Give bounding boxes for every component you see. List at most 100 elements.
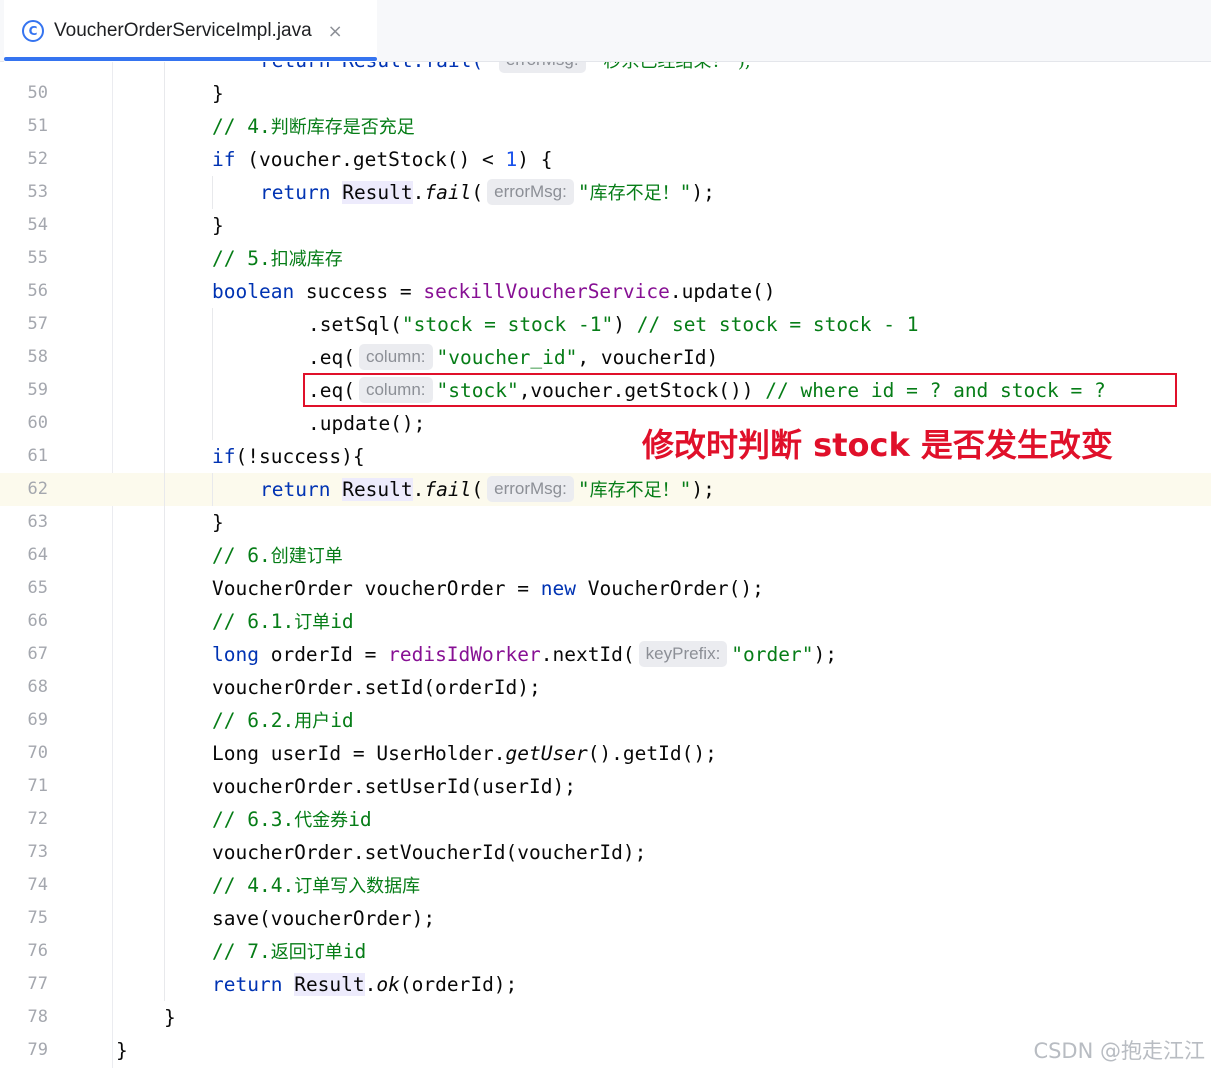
code-line[interactable]: 58 .eq(column: "voucher_id", voucherId): [0, 341, 1211, 374]
code-token: 订单: [294, 612, 331, 633]
code-token: seckillVoucherService: [423, 280, 670, 303]
code-line[interactable]: 50}: [0, 77, 1211, 110]
line-number: 78: [27, 1007, 48, 1027]
code-token: 代金券: [294, 810, 349, 831]
code-text: voucherOrder.setVoucherId(voucherId);: [212, 836, 646, 869]
code-line[interactable]: 57 .setSql("stock = stock -1") // set sto…: [0, 308, 1211, 341]
code-line[interactable]: 70 Long userId = UserHolder.getUser().get…: [0, 737, 1211, 770]
code-token: fail: [424, 478, 472, 501]
code-text: // 4.判断库存是否充足: [212, 110, 415, 144]
code-line[interactable]: 54}: [0, 209, 1211, 242]
code-line[interactable]: 73 voucherOrder.setVoucherId(voucherId);: [0, 836, 1211, 869]
code-token: .nextId(: [540, 643, 635, 666]
code-line[interactable]: 67 long orderId = redisIdWorker.nextId(ke…: [0, 638, 1211, 671]
code-token: "stock = stock -1": [401, 313, 614, 336]
indent-guide: [212, 176, 213, 209]
code-token: .: [412, 478, 425, 501]
code-token: }: [116, 1039, 128, 1062]
code-text: // 6.创建订单: [212, 539, 343, 573]
code-text: }: [116, 1034, 128, 1067]
code-line[interactable]: 69 // 6.2.用户id: [0, 704, 1211, 737]
code-text: // 7.返回订单id: [212, 935, 366, 969]
code-line[interactable]: 72 // 6.3.代金券id: [0, 803, 1211, 836]
code-line[interactable]: 55 // 5.扣减库存: [0, 242, 1211, 275]
code-token: orderId =: [258, 643, 389, 666]
code-token: , voucherId): [577, 346, 719, 369]
code-token: return: [212, 973, 283, 996]
code-line[interactable]: 79}: [0, 1034, 1211, 1067]
code-token: (: [471, 478, 484, 501]
indent-guide: [212, 473, 213, 506]
code-token: getUser: [505, 742, 588, 765]
editor-tab[interactable]: C VoucherOrderServiceImpl.java ×: [4, 0, 377, 62]
code-text: }: [212, 209, 224, 242]
line-number: 67: [27, 644, 48, 664]
code-line[interactable]: 78}: [0, 1001, 1211, 1034]
code-token: redisIdWorker: [388, 643, 541, 666]
code-token: id: [330, 610, 354, 633]
parameter-hint: errorMsg:: [487, 179, 574, 205]
code-token: "秒杀已经结束！");: [590, 62, 751, 72]
code-line[interactable]: 66 // 6.1.订单id: [0, 605, 1211, 638]
line-number: 63: [27, 512, 48, 532]
code-token: 判断库存是否充足: [270, 117, 415, 138]
code-line-current[interactable]: 62 return Result.fail(errorMsg: "库存不足！");: [0, 473, 1211, 506]
code-editor[interactable]: return Result.fail( errorMsg: "秒杀已经结束！")…: [0, 62, 1211, 1068]
close-icon[interactable]: ×: [328, 21, 343, 42]
code-token: (!success){: [235, 445, 365, 468]
code-line[interactable]: 52 if (voucher.getStock() < 1) {: [0, 143, 1211, 176]
code-token: ": [679, 181, 692, 204]
line-number: 79: [27, 1040, 48, 1060]
code-token: }: [212, 214, 224, 237]
code-token: 1: [505, 148, 518, 171]
code-token: new: [540, 577, 576, 600]
code-token: ().getId();: [587, 742, 717, 765]
line-number: 66: [27, 611, 48, 631]
line-number: 55: [27, 248, 48, 268]
code-token: // 5.: [212, 247, 271, 270]
code-token: if: [212, 445, 236, 468]
indent-guide: [164, 62, 165, 1001]
code-token: voucherOrder.setUserId(userId);: [212, 775, 576, 798]
line-number: 76: [27, 941, 48, 961]
code-token: // 6.2.: [212, 709, 295, 732]
code-line[interactable]: 63}: [0, 506, 1211, 539]
code-token: 库存不足！: [589, 480, 680, 501]
code-line[interactable]: 75 save(voucherOrder);: [0, 902, 1211, 935]
code-token: success =: [294, 280, 424, 303]
code-token: fail: [424, 181, 472, 204]
editor-tab-bar: C VoucherOrderServiceImpl.java ×: [0, 0, 1211, 62]
code-token: id: [342, 940, 367, 963]
code-token: // 6.: [212, 544, 271, 567]
line-number: 62: [27, 479, 48, 499]
code-line[interactable]: 68 voucherOrder.setId(orderId);: [0, 671, 1211, 704]
code-token: ) {: [517, 148, 553, 171]
code-line[interactable]: 76 // 7.返回订单id: [0, 935, 1211, 968]
code-token: save(voucherOrder);: [212, 907, 436, 930]
code-line[interactable]: 51 // 4.判断库存是否充足: [0, 110, 1211, 143]
code-text: // 6.2.用户id: [212, 704, 354, 738]
code-token: ): [613, 313, 637, 336]
code-line[interactable]: 53 return Result.fail(errorMsg: "库存不足！");: [0, 176, 1211, 209]
code-text: return Result.ok(orderId);: [212, 968, 517, 1001]
code-text: long orderId = redisIdWorker.nextId(keyP…: [212, 638, 837, 671]
code-line[interactable]: 65 VoucherOrder voucherOrder = new Vouche…: [0, 572, 1211, 605]
code-text: if (voucher.getStock() < 1) {: [212, 143, 553, 176]
code-line[interactable]: 56 boolean success = seckillVoucherServic…: [0, 275, 1211, 308]
code-line[interactable]: 64 // 6.创建订单: [0, 539, 1211, 572]
code-token: ok: [376, 973, 400, 996]
code-text: // 5.扣减库存: [212, 242, 343, 276]
code-text: .setSql("stock = stock -1") // set stock…: [308, 308, 919, 341]
line-number: 71: [27, 776, 48, 796]
code-line[interactable]: 77 return Result.ok(orderId);: [0, 968, 1211, 1001]
code-token: );: [691, 181, 715, 204]
code-line[interactable]: 71 voucherOrder.setUserId(userId);: [0, 770, 1211, 803]
code-token: if: [212, 148, 236, 171]
line-number: 52: [27, 149, 48, 169]
code-token: Result: [342, 478, 413, 501]
code-text: if(!success){: [212, 440, 365, 473]
annotation-text: 修改时判断 stock 是否发生改变: [642, 426, 1113, 464]
code-line[interactable]: 74 // 4.4.订单写入数据库: [0, 869, 1211, 902]
